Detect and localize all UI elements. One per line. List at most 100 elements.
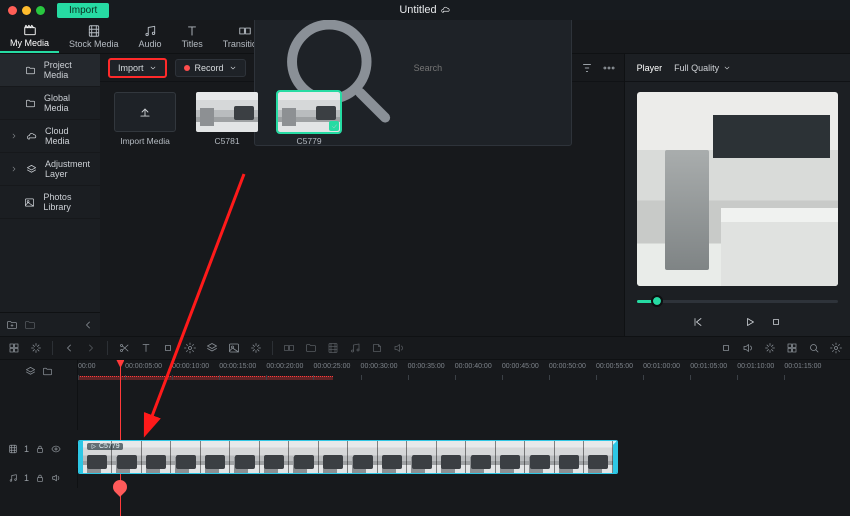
minimize-icon[interactable] bbox=[22, 6, 31, 15]
track-lock-icon[interactable] bbox=[35, 444, 45, 454]
sidebar-item-label: Adjustment Layer bbox=[45, 159, 90, 179]
toolbar-tab-stock[interactable]: Stock Media bbox=[59, 20, 129, 53]
zoom-fit-icon[interactable] bbox=[786, 342, 798, 354]
redo-icon[interactable] bbox=[85, 342, 97, 354]
timeline-ruler[interactable]: 00:0000:00:05:0000:00:10:0000:00:15:0000… bbox=[78, 360, 850, 382]
sidebar-item-global[interactable]: Global Media bbox=[0, 87, 100, 120]
mask-tool-icon[interactable] bbox=[228, 342, 240, 354]
toolbar-tab-label: Audio bbox=[139, 39, 162, 49]
maximize-icon[interactable] bbox=[36, 6, 45, 15]
record-button[interactable]: Record bbox=[175, 59, 246, 77]
sidebar-item-cloud[interactable]: Cloud Media bbox=[0, 120, 100, 153]
marker-c-icon[interactable] bbox=[305, 342, 317, 354]
timeline-panel: 00:0000:00:05:0000:00:10:0000:00:15:0000… bbox=[0, 360, 850, 488]
ruler-tick: 00:00:15:00 bbox=[219, 363, 256, 370]
track-mute-icon[interactable] bbox=[51, 473, 61, 483]
chevron-right-icon bbox=[10, 165, 18, 173]
lasso-tool-icon[interactable] bbox=[30, 342, 42, 354]
crop-tool-icon[interactable] bbox=[162, 342, 174, 354]
sidebar-item-photos[interactable]: Photos Library bbox=[0, 186, 100, 219]
media-clip[interactable]: C5779 bbox=[278, 92, 340, 326]
marker-d-icon[interactable] bbox=[327, 342, 339, 354]
player-header: Player Full Quality bbox=[625, 54, 850, 82]
close-icon[interactable] bbox=[8, 6, 17, 15]
folder-icon bbox=[25, 65, 36, 76]
sidebar-item-label: Photos Library bbox=[43, 192, 90, 212]
audio-track-header: 1 bbox=[0, 468, 78, 488]
color-tool-icon[interactable] bbox=[206, 342, 218, 354]
marker-g-icon[interactable] bbox=[393, 342, 405, 354]
more-icon[interactable] bbox=[602, 61, 616, 75]
audio-tool-icon[interactable] bbox=[742, 342, 754, 354]
stop-button[interactable] bbox=[770, 316, 782, 328]
timeline-menu-icon[interactable] bbox=[25, 366, 36, 377]
new-bin-icon[interactable] bbox=[24, 319, 36, 331]
play-button[interactable] bbox=[744, 316, 756, 328]
clip-label: C5779 bbox=[87, 443, 123, 450]
record-tool-icon[interactable] bbox=[720, 342, 732, 354]
media-panel: Import Record Import Media C5781C bbox=[100, 54, 624, 336]
toolbar-tab-titles[interactable]: Titles bbox=[172, 20, 213, 53]
speed-tool-icon[interactable] bbox=[184, 342, 196, 354]
marker-b-icon[interactable] bbox=[283, 342, 295, 354]
play-icon bbox=[90, 443, 97, 450]
chevron-down-icon bbox=[723, 64, 731, 72]
media-clip[interactable]: C5781 bbox=[196, 92, 258, 326]
toolbar-tab-my-media[interactable]: My Media bbox=[0, 20, 59, 53]
zoom-tool-icon[interactable] bbox=[808, 342, 820, 354]
step-back-button[interactable] bbox=[718, 316, 730, 328]
mode-tab-import[interactable]: Import bbox=[57, 3, 109, 18]
player-scrubber[interactable] bbox=[637, 292, 838, 310]
import-button[interactable]: Import bbox=[108, 58, 167, 78]
video-track-body[interactable]: 1.00 x Freeze 1.00 x C5779 bbox=[78, 430, 850, 468]
keyframe-tool-icon[interactable] bbox=[250, 342, 262, 354]
marker-tool-icon[interactable] bbox=[764, 342, 776, 354]
ruler-tick: 00:00:45:00 bbox=[502, 363, 539, 370]
audio-track-body[interactable] bbox=[78, 468, 850, 488]
ruler-tick: 00:00 bbox=[78, 363, 96, 370]
text-tool-icon[interactable] bbox=[140, 342, 152, 354]
sidebar-item-adjust[interactable]: Adjustment Layer bbox=[0, 153, 100, 186]
ruler-tick: 00:01:15:00 bbox=[784, 363, 821, 370]
image-icon bbox=[24, 197, 35, 208]
sidebar-item-label: Global Media bbox=[44, 93, 90, 113]
timeline-add-icon[interactable] bbox=[42, 366, 53, 377]
quality-dropdown[interactable]: Full Quality bbox=[674, 63, 731, 73]
selection-tool-icon[interactable] bbox=[8, 342, 20, 354]
music-icon bbox=[143, 24, 157, 38]
undo-icon[interactable] bbox=[63, 342, 75, 354]
ruler-tick: 00:00:05:00 bbox=[125, 363, 162, 370]
timeline-ruler-row: 00:0000:00:05:0000:00:10:0000:00:15:0000… bbox=[0, 360, 850, 382]
toolbar-tab-audio[interactable]: Audio bbox=[129, 20, 172, 53]
player-preview[interactable] bbox=[637, 92, 838, 286]
marker-f-icon[interactable] bbox=[371, 342, 383, 354]
new-folder-icon[interactable] bbox=[6, 319, 18, 331]
sidebar-item-label: Cloud Media bbox=[45, 126, 90, 146]
import-media-tile[interactable]: Import Media bbox=[114, 92, 176, 326]
prev-frame-button[interactable] bbox=[692, 316, 704, 328]
collapse-sidebar-icon[interactable] bbox=[82, 319, 94, 331]
timeline-marker[interactable] bbox=[111, 477, 131, 497]
toolbar-tab-label: Titles bbox=[182, 39, 203, 49]
player-tab[interactable]: Player bbox=[637, 63, 663, 73]
cloud-sync-icon bbox=[441, 5, 451, 15]
media-toolbar: Import Record bbox=[100, 54, 624, 82]
chevron-right-icon bbox=[10, 132, 18, 140]
clip-name-label: C5779 bbox=[297, 136, 322, 146]
filter-icon[interactable] bbox=[580, 61, 594, 75]
empty-track-row bbox=[0, 382, 850, 430]
ruler-tick: 00:00:40:00 bbox=[455, 363, 492, 370]
sidebar-item-project[interactable]: Project Media bbox=[0, 54, 100, 87]
search-input[interactable] bbox=[414, 63, 565, 73]
document-title: Untitled bbox=[399, 4, 450, 16]
settings-icon[interactable] bbox=[830, 342, 842, 354]
track-lock-icon[interactable] bbox=[35, 473, 45, 483]
marker-e-icon[interactable] bbox=[349, 342, 361, 354]
audio-track-index: 1 bbox=[24, 473, 29, 483]
window-traffic-lights bbox=[8, 6, 45, 15]
track-visible-icon[interactable] bbox=[51, 444, 61, 454]
ruler-tick: 00:00:30:00 bbox=[361, 363, 398, 370]
audio-track-row: 1 bbox=[0, 468, 850, 488]
clip-name-label: C5781 bbox=[215, 136, 240, 146]
cut-tool-icon[interactable] bbox=[118, 342, 130, 354]
